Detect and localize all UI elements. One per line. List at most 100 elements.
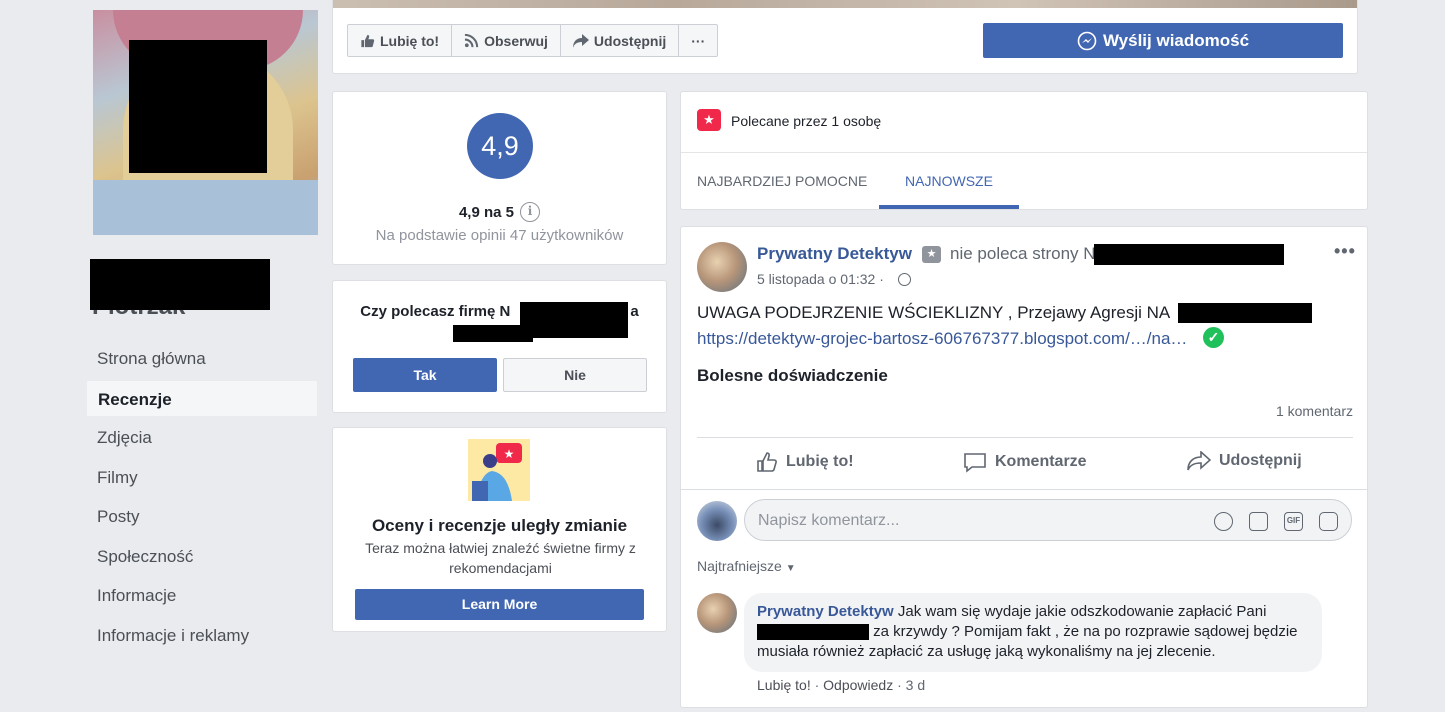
- redaction-box: [90, 259, 270, 310]
- yes-button[interactable]: Tak: [353, 358, 497, 392]
- post-heading: Bolesne doświadczenie: [697, 366, 888, 385]
- comment-text-part1: Jak wam się wydaje jakie odszkodowanie z…: [893, 603, 1267, 620]
- share-arrow-icon: [572, 33, 589, 48]
- current-user-avatar[interactable]: [697, 501, 737, 541]
- nav-info-ads[interactable]: Informacje i reklamy: [86, 617, 318, 654]
- divider: [697, 437, 1353, 438]
- nav-about[interactable]: Informacje: [86, 577, 318, 614]
- separator: ·: [893, 677, 906, 693]
- camera-icon[interactable]: [1249, 512, 1268, 531]
- more-options-button[interactable]: ···: [679, 25, 717, 56]
- thumbs-up-icon: [361, 34, 375, 47]
- check-circle-icon: ✓: [1203, 327, 1224, 348]
- tab-newest[interactable]: NAJNOWSZE: [879, 153, 1019, 209]
- redaction-box: [1178, 303, 1312, 323]
- recommend-question-end: a: [630, 303, 639, 320]
- post-comment-label: Komentarze: [995, 453, 1087, 470]
- globe-icon: [898, 273, 911, 286]
- cover-photo-strip[interactable]: [333, 0, 1357, 8]
- gif-icon[interactable]: GIF: [1284, 512, 1303, 531]
- post-author[interactable]: Prywatny Detektyw: [757, 244, 912, 264]
- redaction-box: [757, 624, 869, 641]
- reviews-illustration: ★: [468, 439, 530, 501]
- comment-age: 3 d: [905, 677, 926, 693]
- share-page-button[interactable]: Udostępnij: [561, 25, 680, 56]
- author-avatar[interactable]: [697, 242, 747, 292]
- page-badge-icon: ★: [922, 246, 941, 263]
- recommendation-icon: ★: [697, 109, 721, 131]
- no-button[interactable]: Nie: [503, 358, 647, 392]
- page-name[interactable]: Piotrzak: [90, 259, 270, 320]
- post-text-start: UWAGA PODEJRZENIE WŚCIEKLIZNY , Przejawy…: [697, 303, 1171, 322]
- comment-placeholder: Napisz komentarz...: [758, 512, 900, 529]
- sticker-icon[interactable]: [1319, 512, 1338, 531]
- divider: [681, 489, 1367, 490]
- recommend-question-card: Czy polecasz firmę Na tak Tak Nie: [332, 280, 667, 413]
- profile-photo[interactable]: [93, 10, 318, 235]
- redaction-box: [520, 302, 628, 338]
- nav-community[interactable]: Społeczność: [86, 538, 318, 575]
- side-navigation: Strona główna Recenzje Zdjęcia Filmy Pos…: [86, 340, 318, 656]
- rss-icon: [464, 33, 479, 48]
- nav-home[interactable]: Strona główna: [86, 340, 318, 377]
- comment-count[interactable]: 1 komentarz: [1276, 403, 1353, 419]
- post-like-button[interactable]: Lubię to!: [756, 451, 854, 473]
- post-comment-button[interactable]: Komentarze: [963, 451, 1087, 473]
- messenger-icon: [1077, 31, 1097, 50]
- post-action-text: nie poleca strony N: [950, 244, 1096, 263]
- follow-label: Obserwuj: [484, 32, 548, 49]
- caret-down-icon: ▼: [785, 563, 796, 574]
- post-more-button[interactable]: •••: [1334, 241, 1356, 262]
- photo-shirt: [93, 180, 318, 235]
- recommended-by-count: Polecane przez 1 osobę: [731, 113, 882, 129]
- separator: ·: [810, 677, 824, 693]
- page-action-buttons: Lubię to! Obserwuj Udostępnij ···: [347, 24, 719, 57]
- review-post: Prywatny Detektyw ★ nie poleca strony N …: [680, 226, 1368, 708]
- changed-text: Teraz można łatwiej znaleźć świetne firm…: [365, 540, 636, 576]
- info-icon[interactable]: i: [520, 202, 541, 222]
- changed-title: Oceny i recenzje uległy zmianie: [371, 516, 628, 535]
- tab-most-helpful[interactable]: NAJBARDZIEJ POMOCNE: [697, 153, 867, 209]
- comment-bubble: Prywatny Detektyw Jak wam się wydaje jak…: [744, 593, 1322, 672]
- comment-icon: [964, 453, 986, 473]
- ratings-changed-card: ★ Oceny i recenzje uległy zmianie Teraz …: [332, 427, 667, 632]
- rating-summary-card: 4,9 4,9 na 5 i Na podstawie opinii 47 uż…: [332, 91, 667, 265]
- nav-posts[interactable]: Posty: [86, 498, 318, 535]
- comment-sort-dropdown[interactable]: Najtrafniejsze ▼: [697, 558, 796, 574]
- reviews-illustration-art: ★: [472, 443, 522, 501]
- comment-sort-label: Najtrafniejsze: [697, 558, 782, 574]
- emoji-icon[interactable]: [1214, 512, 1233, 531]
- redaction-box: [453, 325, 533, 342]
- comment-reply-link[interactable]: Odpowiedz: [823, 677, 893, 693]
- reply-author-avatar[interactable]: [697, 593, 737, 633]
- comment-actions: Lubię to! · Odpowiedz · 3 d: [757, 677, 925, 693]
- post-share-button[interactable]: Udostępnij: [1187, 451, 1302, 471]
- post-like-label: Lubię to!: [786, 453, 854, 470]
- nav-videos[interactable]: Filmy: [86, 459, 318, 496]
- rating-score-circle: 4,9: [467, 113, 533, 179]
- rating-text: 4,9 na 5: [458, 203, 515, 221]
- reviews-header-card: ★ Polecane przez 1 osobę NAJBARDZIEJ POM…: [680, 91, 1368, 210]
- post-link[interactable]: https://detektyw-grojec-bartosz-60676737…: [697, 329, 1187, 349]
- post-timestamp[interactable]: 5 listopada o 01:32 ·: [757, 271, 884, 287]
- follow-button[interactable]: Obserwuj: [452, 25, 561, 56]
- rating-basis: Na podstawie opinii 47 użytkowników: [375, 227, 624, 244]
- comment-like-link[interactable]: Lubię to!: [757, 677, 811, 693]
- redaction-box: [1094, 244, 1284, 265]
- send-message-button[interactable]: Wyślij wiadomość: [983, 23, 1343, 58]
- svg-text:★: ★: [504, 447, 515, 461]
- nav-photos[interactable]: Zdjęcia: [86, 419, 318, 456]
- page-actions-bar: Lubię to! Obserwuj Udostępnij ··· Wyślij…: [332, 0, 1358, 74]
- recommend-question-start: Czy polecasz firmę N: [360, 303, 511, 320]
- thumbs-up-icon: [757, 452, 777, 472]
- like-page-button[interactable]: Lubię to!: [348, 25, 453, 56]
- like-page-label: Lubię to!: [380, 32, 440, 49]
- post-share-label: Udostępnij: [1219, 452, 1302, 469]
- more-dots-icon: ···: [691, 32, 706, 49]
- nav-reviews[interactable]: Recenzje: [86, 379, 318, 417]
- comment-input[interactable]: Napisz komentarz... GIF: [744, 499, 1352, 541]
- send-message-label: Wyślij wiadomość: [1102, 30, 1250, 50]
- rating-line: 4,9 na 5 i: [333, 202, 666, 222]
- comment-author[interactable]: Prywatny Detektyw: [757, 603, 894, 620]
- learn-more-button[interactable]: Learn More: [355, 589, 644, 620]
